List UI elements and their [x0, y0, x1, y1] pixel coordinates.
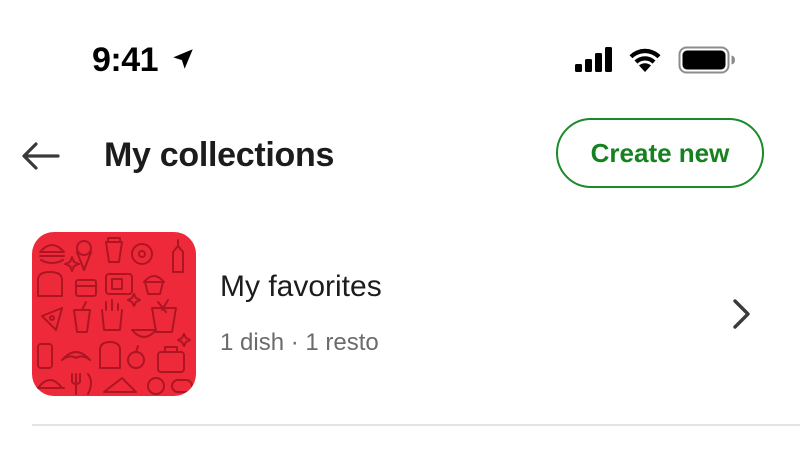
header: My collections Create new — [0, 110, 800, 200]
location-arrow-icon — [173, 49, 193, 69]
create-new-button[interactable]: Create new — [556, 118, 764, 188]
cellular-signal-icon — [575, 47, 612, 72]
wifi-icon — [629, 48, 661, 72]
food-pattern-icon — [35, 237, 193, 395]
collection-row[interactable]: My favorites 1 dish · 1 resto — [0, 228, 800, 398]
collection-meta: 1 dish · 1 resto — [220, 329, 379, 356]
divider — [32, 424, 800, 426]
status-bar: 9:41 — [0, 0, 800, 100]
screen: 9:41 My collections Create new My favori… — [0, 0, 800, 450]
collection-thumbnail — [32, 232, 196, 396]
page-title: My collections — [104, 136, 335, 174]
back-button[interactable] — [16, 132, 64, 180]
status-time: 9:41 — [92, 41, 159, 79]
arrow-left-icon — [22, 142, 60, 170]
collection-name: My favorites — [220, 270, 382, 303]
battery-icon — [678, 46, 735, 74]
chevron-right-icon — [733, 299, 750, 329]
